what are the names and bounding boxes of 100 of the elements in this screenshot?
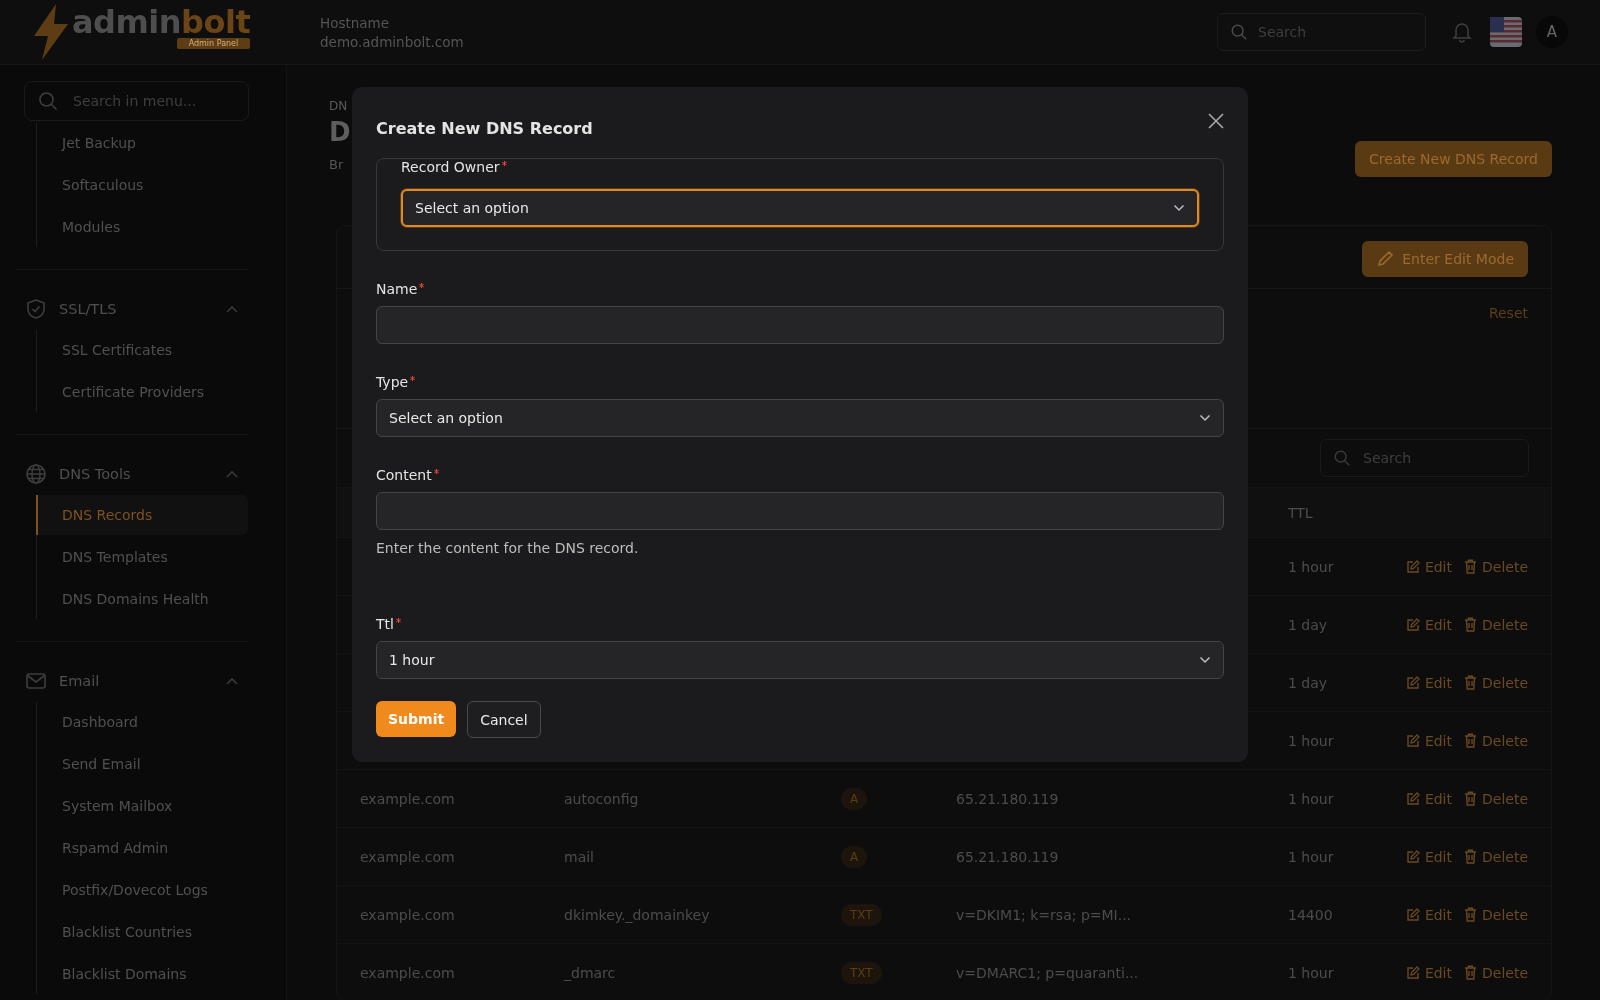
input-field[interactable] <box>376 306 1224 344</box>
search-icon <box>1230 23 1248 41</box>
field-label: Ttl <box>376 616 394 632</box>
table-cell-text: 1 hour <box>1288 848 1335 865</box>
table-cell: v=DMARC1; p=quaranti... <box>956 964 1139 981</box>
chevron-down-icon <box>1199 414 1211 422</box>
column-header: TTL <box>1288 504 1314 521</box>
trash-icon <box>1464 617 1477 632</box>
flag-icon[interactable] <box>1490 17 1522 47</box>
table-cell-text: 1 day <box>1288 674 1329 691</box>
edit-link[interactable]: Edit <box>1405 964 1452 981</box>
delete-link[interactable]: Delete <box>1464 964 1528 981</box>
menu-item[interactable]: Dashboard <box>36 702 248 742</box>
pencil-icon <box>1376 250 1395 268</box>
menu-item[interactable]: Jet Backup <box>36 123 248 163</box>
search-icon <box>1333 449 1351 467</box>
input-field[interactable] <box>376 492 1224 530</box>
edit-link[interactable]: Edit <box>1405 616 1452 633</box>
table-cell: _dmarc <box>564 964 616 981</box>
menu-group-header[interactable]: Email <box>16 660 248 702</box>
table-cell-text: 1 hour <box>1288 732 1335 749</box>
table-cell-text: 1 hour <box>1288 558 1335 575</box>
field-label: Content <box>376 467 432 483</box>
record-type-badge: TXT <box>841 903 882 926</box>
delete-link[interactable]: Delete <box>1464 616 1528 633</box>
record-type-badge: A <box>841 845 868 868</box>
menu-item[interactable]: Postfix/Dovecot Logs <box>36 870 248 910</box>
table-cell-text: 1 hour <box>1288 964 1335 981</box>
table-cell: autoconfig <box>564 790 639 807</box>
delete-link[interactable]: Delete <box>1464 790 1528 807</box>
table-cell-text: 14400 <box>1288 906 1334 923</box>
table-cell: example.com <box>360 848 455 865</box>
menu-item[interactable]: System Mailbox <box>36 786 248 826</box>
submit-button[interactable]: Submit <box>376 701 457 737</box>
select-field[interactable]: Select an option <box>376 399 1224 437</box>
edit-link[interactable]: Edit <box>1405 790 1452 807</box>
breadcrumb: DN <box>329 99 348 113</box>
field-label: Record Owner <box>401 159 500 175</box>
menu-item[interactable]: Blacklist Domains <box>36 954 248 994</box>
trash-icon <box>1464 907 1477 922</box>
select-field[interactable]: Select an option <box>401 189 1199 227</box>
table-cell: mail <box>564 848 594 865</box>
trash-icon <box>1464 733 1477 748</box>
shield-check-icon <box>25 298 47 320</box>
edit-mode-button[interactable]: Enter Edit Mode <box>1362 241 1528 277</box>
record-type-badge: TXT <box>841 961 882 984</box>
field-label: Name <box>376 281 418 297</box>
bell-icon[interactable] <box>1452 21 1472 43</box>
menu-item[interactable]: DNS Records <box>36 495 248 535</box>
trash-icon <box>1464 559 1477 574</box>
edit-icon <box>1405 559 1420 574</box>
menu-item[interactable]: DNS Domains Health <box>36 579 248 619</box>
page-subtitle: Br <box>329 157 344 172</box>
trash-icon <box>1464 849 1477 864</box>
edit-link[interactable]: Edit <box>1405 906 1452 923</box>
modal-title: Create New DNS Record <box>376 119 593 138</box>
menu-item[interactable]: Softaculous <box>36 165 248 205</box>
chevron-down-icon <box>1173 204 1185 212</box>
field-label: Type <box>376 374 409 390</box>
trash-icon <box>1464 675 1477 690</box>
close-icon[interactable] <box>1208 112 1224 129</box>
delete-link[interactable]: Delete <box>1464 732 1528 749</box>
record-type-badge: A <box>841 787 868 810</box>
select-field[interactable]: 1 hour <box>376 641 1224 679</box>
table-cell: 65.21.180.119 <box>956 848 1059 865</box>
edit-icon <box>1405 907 1420 922</box>
delete-link[interactable]: Delete <box>1464 906 1528 923</box>
menu-group-header[interactable]: DNS Tools <box>16 453 248 495</box>
menu-item[interactable]: Rspamd Admin <box>36 828 248 868</box>
edit-icon <box>1405 965 1420 980</box>
menu-item[interactable]: Modules <box>36 207 248 247</box>
menu-item[interactable]: DNS Templates <box>36 537 248 577</box>
edit-link[interactable]: Edit <box>1405 732 1452 749</box>
delete-link[interactable]: Delete <box>1464 848 1528 865</box>
edit-link[interactable]: Edit <box>1405 848 1452 865</box>
cancel-button[interactable]: Cancel <box>467 701 541 738</box>
edit-icon <box>1405 791 1420 806</box>
search-icon <box>38 91 58 111</box>
delete-link[interactable]: Delete <box>1464 558 1528 575</box>
create-record-button[interactable]: Create New DNS Record <box>1355 141 1552 177</box>
menu-item[interactable]: Send Email <box>36 744 248 784</box>
globe-icon <box>25 463 47 485</box>
envelope-icon <box>25 670 47 692</box>
hostname-value: demo.adminbolt.com <box>320 33 464 50</box>
table-cell-text: 1 day <box>1288 616 1329 633</box>
table-cell: dkimkey._domainkey <box>564 906 710 923</box>
page-title: D <box>329 117 351 147</box>
menu-group-header[interactable]: SSL/TLS <box>16 288 248 330</box>
menu-item[interactable]: Certificate Providers <box>36 372 248 412</box>
delete-link[interactable]: Delete <box>1464 674 1528 691</box>
edit-link[interactable]: Edit <box>1405 558 1452 575</box>
edit-icon <box>1405 849 1420 864</box>
table-cell: v=DKIM1; k=rsa; p=MI... <box>956 906 1132 923</box>
reset-link[interactable]: Reset <box>1488 305 1528 325</box>
edit-link[interactable]: Edit <box>1405 674 1452 691</box>
table-cell-text: 1 hour <box>1288 790 1335 807</box>
table-cell: example.com <box>360 790 455 807</box>
menu-item[interactable]: SSL Certificates <box>36 330 248 370</box>
avatar[interactable]: A <box>1536 16 1568 48</box>
menu-item[interactable]: Blacklist Countries <box>36 912 248 952</box>
